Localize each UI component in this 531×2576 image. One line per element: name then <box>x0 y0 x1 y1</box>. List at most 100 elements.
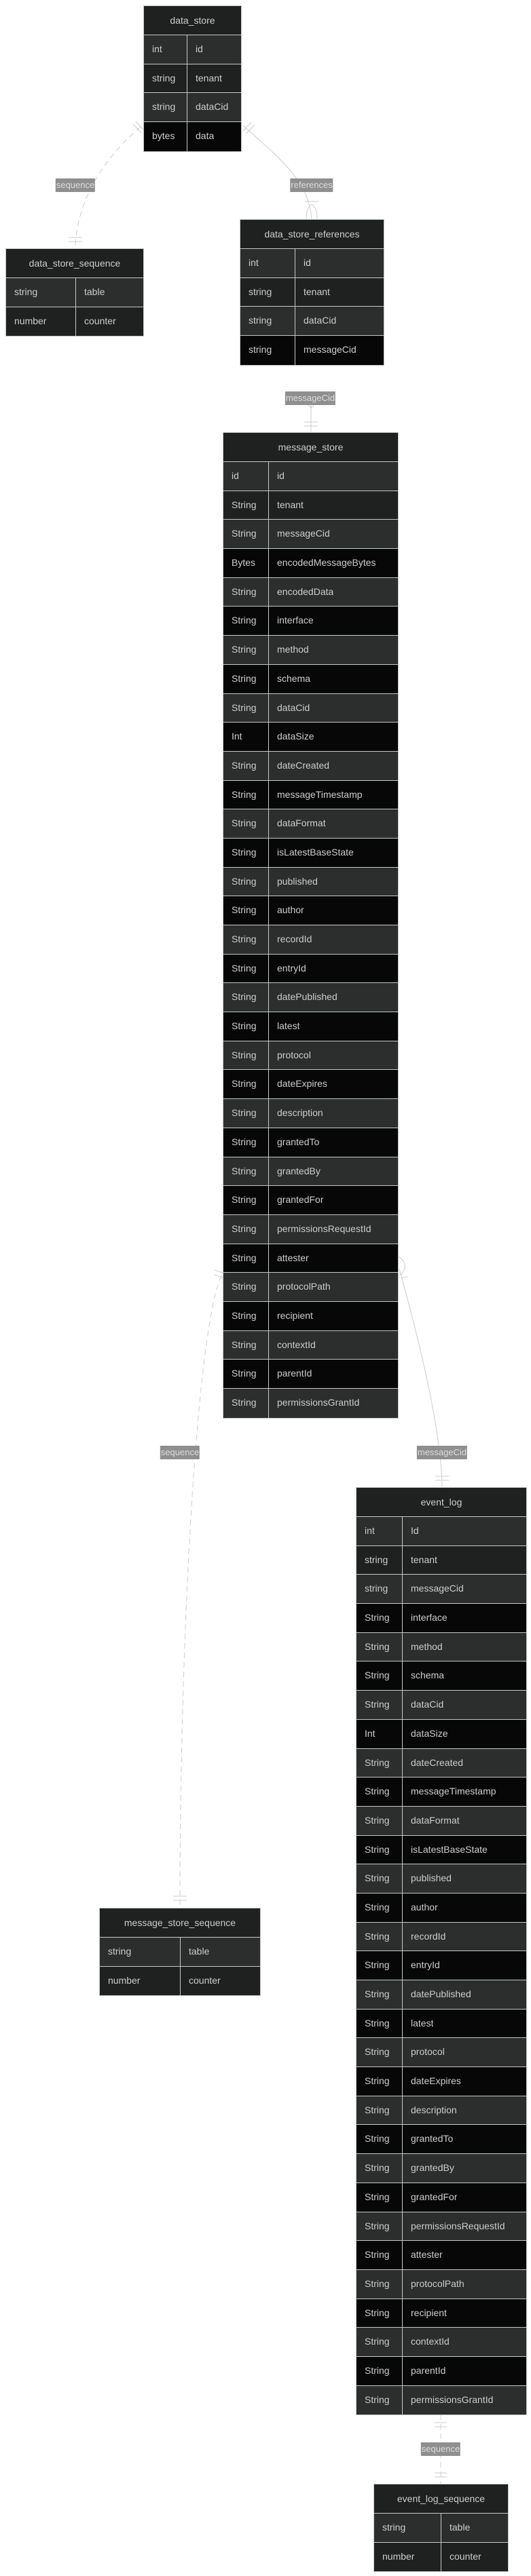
attribute-type: String <box>356 2212 403 2241</box>
attribute-type: String <box>356 2009 403 2038</box>
attribute-name: author <box>277 904 304 916</box>
entity-data-store: data_store int id string tenant string dataCid… <box>143 5 242 152</box>
attribute-type: String <box>356 1922 403 1951</box>
attribute-row: Int dataSize <box>223 723 398 752</box>
attribute-name: grantedTo <box>277 1136 320 1147</box>
attribute-name: grantedBy <box>277 1165 321 1176</box>
attribute-type: String <box>223 1360 269 1388</box>
attribute-type: String <box>223 896 269 925</box>
relationship-label: sequence <box>55 178 96 192</box>
attribute-row: String recipient <box>223 1301 398 1331</box>
attribute-type: string <box>356 1575 403 1604</box>
attribute-type: String <box>223 1041 269 1070</box>
attribute-type: string <box>240 307 295 336</box>
attribute-row: Int dataSize <box>356 1719 526 1749</box>
attribute-row: String dataFormat <box>356 1806 526 1836</box>
entity-message-store-sequence: message_store_sequence string table number c… <box>99 1908 261 1997</box>
attribute-row: String parentId <box>223 1360 398 1389</box>
attribute-name: protocol <box>277 1049 311 1060</box>
attribute-row: String interface <box>223 607 398 636</box>
edge-message-store-sequence <box>179 1275 222 1908</box>
attribute-name: recordId <box>411 1930 446 1942</box>
attribute-type: String <box>356 1661 403 1691</box>
attribute-name: recipient <box>277 1309 313 1321</box>
attribute-type: String <box>223 607 269 636</box>
attribute-name: Id <box>411 1525 419 1536</box>
attribute-name: tenant <box>411 1554 437 1565</box>
entity-data-store-sequence: data_store_sequence string table number coun… <box>5 248 144 337</box>
attribute-type: string <box>240 277 295 307</box>
attribute-name: contextId <box>411 2336 450 2347</box>
attribute-row: int id <box>144 35 241 64</box>
attribute-row: String contextId <box>356 2328 526 2357</box>
attribute-row: String grantedTo <box>356 2125 526 2155</box>
relationship-label: messageCid <box>416 1446 468 1459</box>
attribute-type: String <box>223 838 269 867</box>
attribute-type: String <box>223 1070 269 1099</box>
attribute-type: String <box>223 751 269 780</box>
attribute-type: String <box>223 780 269 809</box>
attribute-type: string <box>144 64 187 93</box>
edge-data-store-references <box>242 125 312 220</box>
attribute-type: String <box>356 1604 403 1632</box>
attribute-row: String attester <box>223 1244 398 1273</box>
attribute-row: String author <box>223 896 398 925</box>
attribute-row: String contextId <box>223 1330 398 1360</box>
attribute-name: messageTimestamp <box>277 788 363 800</box>
attribute-row: String published <box>223 867 398 897</box>
attribute-type: String <box>356 2328 403 2356</box>
attribute-row: string table <box>374 2514 508 2543</box>
attribute-type: int <box>240 249 295 277</box>
attribute-type: string <box>374 2514 441 2542</box>
attribute-type: String <box>223 1099 269 1128</box>
attribute-name: id <box>277 470 285 481</box>
attribute-type: String <box>356 1691 403 1719</box>
attribute-type: String <box>223 1330 269 1360</box>
attribute-name: messageCid <box>304 344 356 355</box>
attribute-name: parentId <box>277 1368 312 1379</box>
attribute-name: counter <box>84 315 116 326</box>
attribute-type: int <box>356 1517 403 1545</box>
attribute-name: dataCid <box>196 101 229 113</box>
entity-message-store: message_store id id String tenant String messa… <box>223 432 399 1419</box>
attribute-name: grantedBy <box>411 2162 454 2174</box>
attribute-row: String dataCid <box>223 693 398 723</box>
attribute-row: String isLatestBaseState <box>356 1835 526 1865</box>
attribute-row: String grantedTo <box>223 1128 398 1157</box>
attribute-name: permissionsGrantId <box>277 1397 360 1408</box>
attribute-row: String tenant <box>223 491 398 520</box>
attribute-row: String method <box>223 636 398 665</box>
attribute-row: String method <box>356 1632 526 1662</box>
attribute-row: bytes data <box>144 122 241 151</box>
attribute-type: String <box>223 1273 269 1301</box>
relationship-label: references <box>290 178 333 192</box>
attribute-type: string <box>144 93 187 122</box>
attribute-row: String dateCreated <box>356 1748 526 1778</box>
attribute-type: String <box>356 2269 403 2299</box>
attribute-name: counter <box>189 1974 221 1986</box>
attribute-type: String <box>356 2154 403 2183</box>
attribute-row: String encodedData <box>223 577 398 607</box>
attribute-type: String <box>356 1980 403 2009</box>
attribute-row: String parentId <box>356 2356 526 2386</box>
attribute-name: dataFormat <box>277 818 326 829</box>
attribute-row: String dataFormat <box>223 809 398 839</box>
attribute-name: tenant <box>304 286 330 297</box>
attribute-name: dataSize <box>411 1727 448 1739</box>
attribute-row: String description <box>223 1099 398 1128</box>
entity-title: message_store <box>223 433 398 462</box>
attribute-row: String interface <box>356 1604 526 1633</box>
attribute-row: number counter <box>100 1966 260 1996</box>
attribute-row: String entryId <box>356 1951 526 1980</box>
attribute-type: String <box>223 983 269 1012</box>
attribute-row: string dataCid <box>144 93 241 123</box>
relationship-label: messageCid <box>285 391 336 405</box>
cardinality-many-mark <box>397 1256 408 1279</box>
attribute-row: String isLatestBaseState <box>223 838 398 868</box>
attribute-row: String datePublished <box>223 983 398 1013</box>
attribute-type: String <box>356 2183 403 2212</box>
attribute-name: description <box>277 1107 323 1119</box>
attribute-type: String <box>356 1893 403 1922</box>
attribute-row: number counter <box>374 2542 508 2572</box>
attribute-type: number <box>100 1966 181 1996</box>
